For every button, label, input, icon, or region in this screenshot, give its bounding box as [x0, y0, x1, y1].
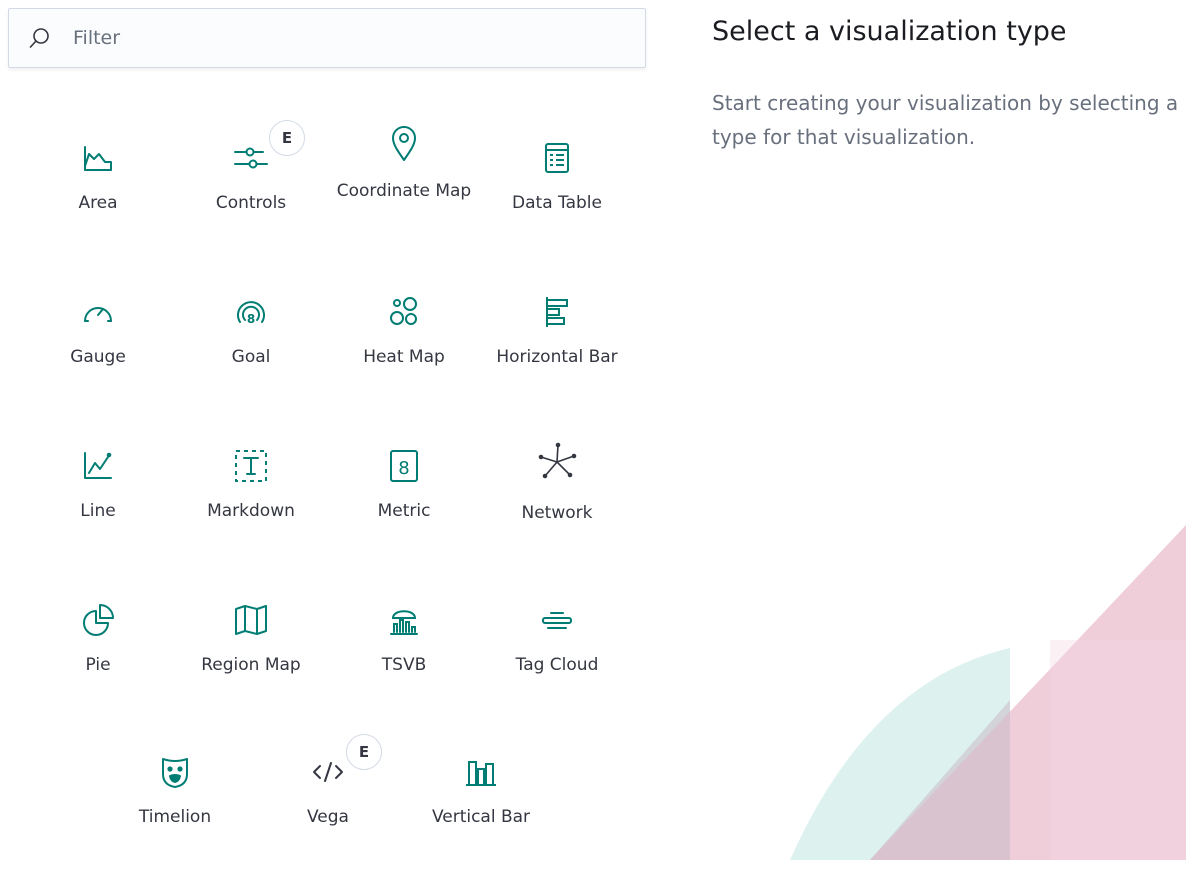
viz-card-coordinate-map[interactable]: Coordinate Map	[329, 118, 479, 248]
viz-label: Coordinate Map	[336, 181, 472, 201]
viz-label: Heat Map	[363, 347, 445, 367]
viz-card-controls[interactable]: E Controls	[176, 120, 326, 260]
vertical-bar-icon	[461, 752, 501, 792]
viz-label: Vega	[307, 807, 349, 827]
viz-label: Timelion	[138, 807, 212, 827]
viz-card-area[interactable]: Area	[23, 130, 173, 260]
viz-label: Horizontal Bar	[496, 347, 618, 367]
pie-chart-icon	[78, 600, 118, 640]
viz-label: Goal	[231, 347, 271, 367]
viz-card-vega[interactable]: E Vega	[253, 734, 403, 876]
metric-icon: 8	[384, 446, 424, 486]
viz-card-tsvb[interactable]: TSVB	[329, 592, 479, 722]
viz-label: Area	[78, 193, 118, 213]
viz-label: Markdown	[207, 501, 295, 521]
viz-label: Tag Cloud	[515, 655, 599, 675]
viz-label: Line	[80, 501, 116, 521]
viz-card-data-table[interactable]: Data Table	[482, 130, 632, 260]
panel-title: Select a visualization type	[712, 16, 1067, 47]
viz-label: Controls	[215, 193, 287, 213]
line-chart-icon	[78, 446, 118, 486]
tsvb-icon	[384, 600, 424, 640]
viz-card-goal[interactable]: 8 Goal	[176, 284, 326, 414]
panel-description: Start creating your visualization by sel…	[712, 91, 1179, 149]
svg-text:8: 8	[398, 458, 409, 479]
area-chart-icon	[78, 138, 118, 178]
visualization-grid: Area E Controls Coordinate Map Data Tabl…	[0, 0, 690, 860]
viz-label: TSVB	[381, 655, 427, 675]
viz-card-timelion[interactable]: Timelion	[100, 746, 250, 876]
code-icon	[308, 752, 348, 792]
region-map-icon	[231, 600, 271, 640]
viz-card-tag-cloud[interactable]: Tag Cloud	[482, 592, 632, 722]
experimental-badge: E	[269, 120, 305, 156]
viz-card-vertical-bar[interactable]: Vertical Bar	[406, 746, 556, 876]
viz-label: Vertical Bar	[431, 807, 531, 827]
viz-label: Metric	[377, 501, 431, 521]
viz-card-markdown[interactable]: Markdown	[176, 438, 326, 568]
viz-card-network[interactable]: Network	[482, 438, 632, 568]
network-icon	[537, 442, 577, 482]
viz-label: Pie	[85, 655, 111, 675]
gauge-icon	[78, 292, 118, 332]
viz-card-pie[interactable]: Pie	[23, 592, 173, 722]
viz-label: Data Table	[512, 193, 602, 213]
svg-text:8: 8	[247, 312, 255, 326]
viz-card-heat-map[interactable]: Heat Map	[329, 284, 479, 414]
viz-card-gauge[interactable]: Gauge	[23, 284, 173, 414]
experimental-badge: E	[346, 734, 382, 770]
table-icon	[537, 138, 577, 178]
goal-icon: 8	[231, 292, 271, 332]
viz-label: Region Map	[201, 655, 301, 675]
viz-label: Gauge	[70, 347, 126, 367]
heatmap-icon	[384, 292, 424, 332]
controls-icon	[231, 138, 271, 178]
viz-label: Network	[521, 503, 593, 523]
map-pin-icon	[384, 124, 424, 164]
viz-card-horizontal-bar[interactable]: Horizontal Bar	[482, 284, 632, 414]
timelion-icon	[155, 752, 195, 792]
viz-card-line[interactable]: Line	[23, 438, 173, 568]
tag-cloud-icon	[537, 600, 577, 640]
viz-card-region-map[interactable]: Region Map	[176, 592, 326, 722]
viz-card-metric[interactable]: 8 Metric	[329, 438, 479, 568]
horizontal-bar-icon	[537, 292, 577, 332]
markdown-icon	[231, 446, 271, 486]
